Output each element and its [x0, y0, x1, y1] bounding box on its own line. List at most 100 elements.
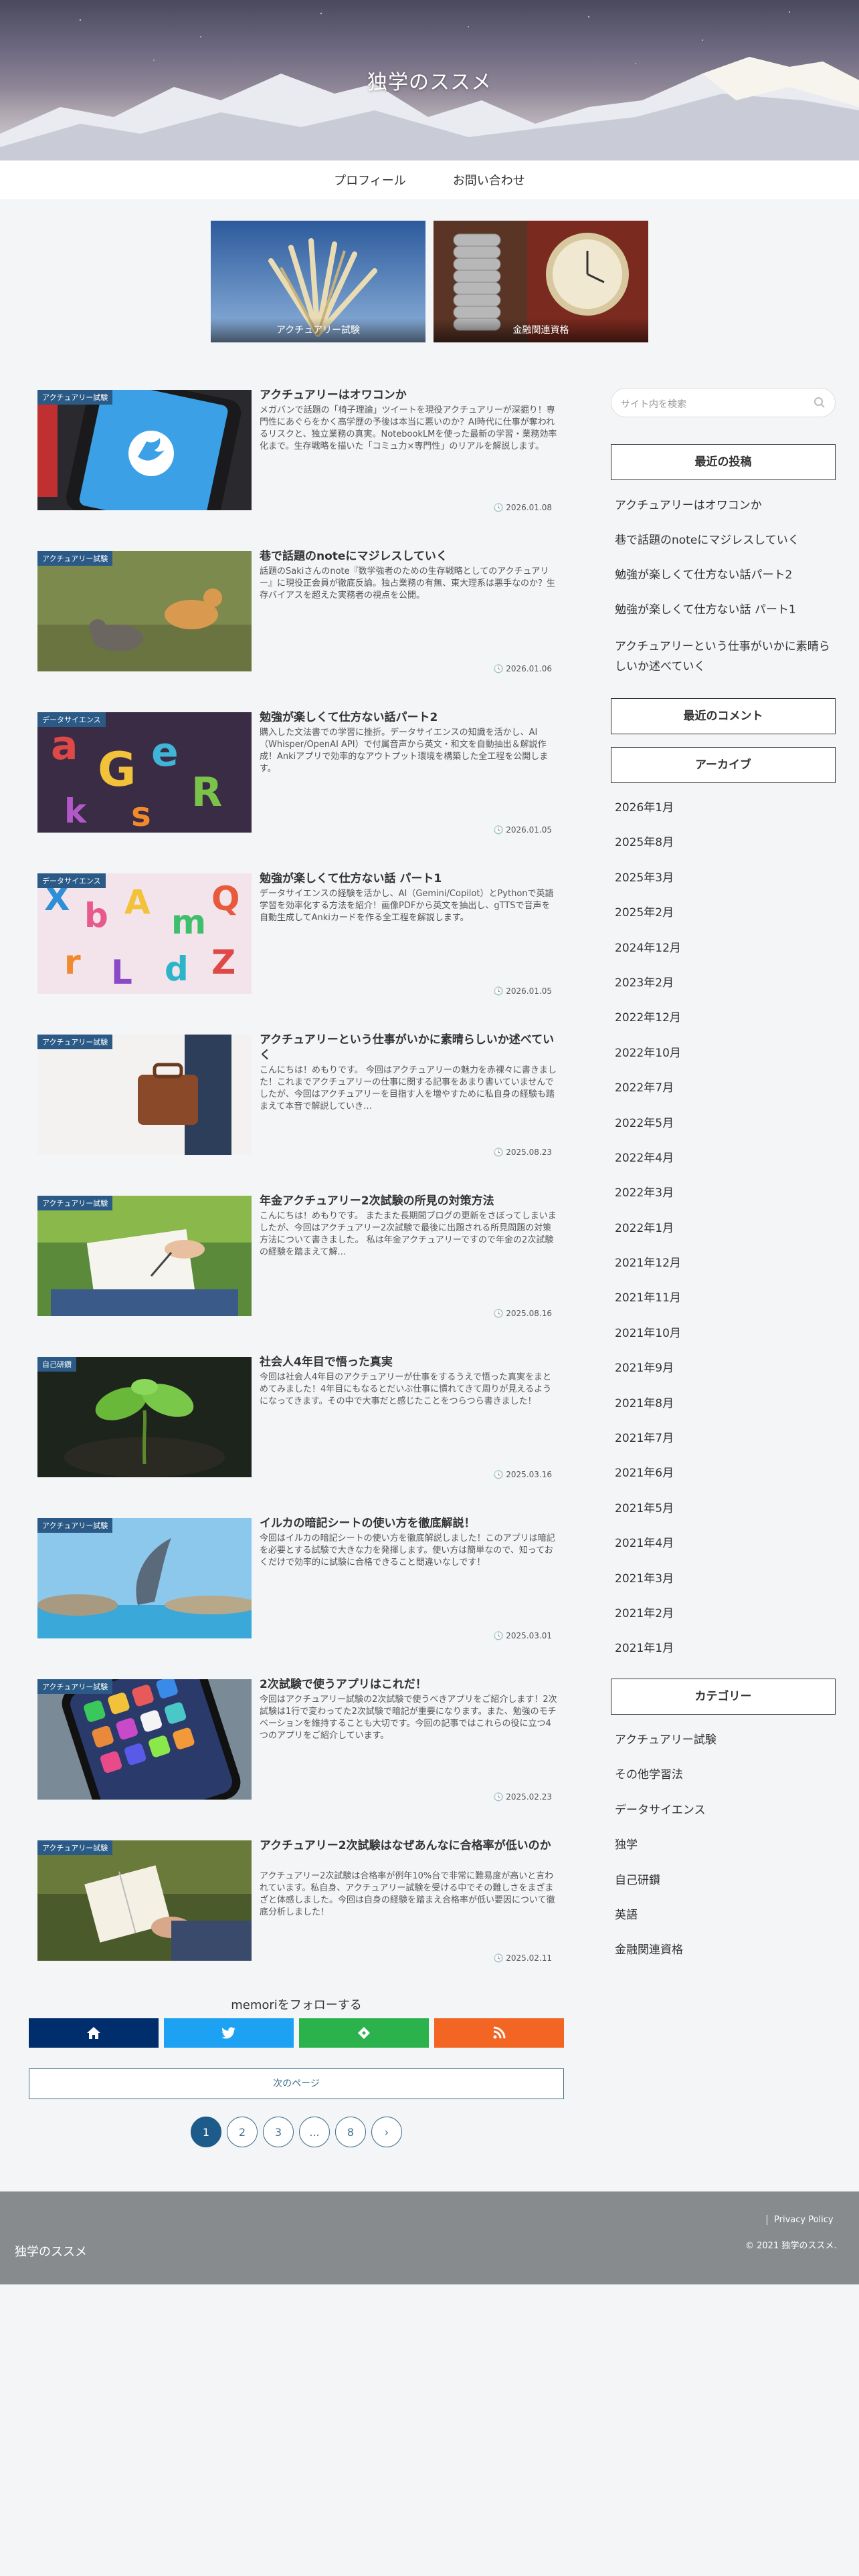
archive-link[interactable]: 2021年10月	[615, 1325, 836, 1360]
carousel-slide-actuary[interactable]: アクチュアリー試験	[211, 221, 425, 342]
archive-link[interactable]: 2025年2月	[615, 905, 836, 940]
category-link[interactable]: その他学習法	[615, 1767, 836, 1802]
post-date: 🕓 2026.01.05	[493, 986, 553, 996]
archive-link[interactable]: 2026年1月	[615, 800, 836, 835]
post-thumbnail[interactable]: アクチュアリー試験	[37, 1679, 252, 1800]
category-link[interactable]: 金融関連資格	[615, 1942, 836, 1977]
page-next-arrow[interactable]: ›	[371, 2117, 402, 2147]
footer-site-name[interactable]: 独学のススメ	[15, 2242, 87, 2260]
archive-link[interactable]: 2022年3月	[615, 1185, 836, 1220]
archive-link[interactable]: 2022年7月	[615, 1080, 836, 1115]
page-2[interactable]: 2	[227, 2117, 258, 2147]
next-page-button[interactable]: 次のページ	[29, 2068, 564, 2099]
post-card[interactable]: アクチュアリー試験 イルカの暗記シートの使い方を徹底解説！ 今回はイルカの暗記シ…	[29, 1508, 564, 1669]
post-title[interactable]: アクチュアリー2次試験はなぜあんなに合格率が低いのか	[260, 1838, 557, 1854]
recent-post-link[interactable]: 巷で話題のnoteにマジレスしていく	[615, 532, 836, 548]
post-snippet: 今回はアクチュアリー試験の2次試験で使うべきアプリをご紹介します！2次試験は1行…	[260, 1695, 557, 1741]
recent-posts-title: 最近の投稿	[611, 444, 836, 480]
svg-text:R: R	[191, 769, 222, 816]
post-title[interactable]: 年金アクチュアリー2次試験の所見の対策方法	[260, 1194, 557, 1209]
archive-link[interactable]: 2022年5月	[615, 1115, 836, 1150]
archive-link[interactable]: 2025年3月	[615, 870, 836, 905]
archive-link[interactable]: 2021年5月	[615, 1501, 836, 1535]
archive-link[interactable]: 2021年6月	[615, 1465, 836, 1500]
follow-feedly-button[interactable]	[299, 2018, 429, 2048]
post-card[interactable]: a G e R k s データサイエンス 勉強が楽しくて仕方ない話パート2 購入…	[29, 702, 564, 863]
archive-link[interactable]: 2022年1月	[615, 1220, 836, 1255]
archive-link[interactable]: 2021年7月	[615, 1430, 836, 1465]
cats-grass-image	[37, 551, 252, 671]
category-link[interactable]: アクチュアリー試験	[615, 1732, 836, 1767]
search-icon[interactable]	[814, 397, 826, 409]
archive-link[interactable]: 2021年8月	[615, 1396, 836, 1430]
category-link[interactable]: 独学	[615, 1837, 836, 1872]
post-title[interactable]: アクチュアリーはオワコンか	[260, 388, 557, 403]
global-nav: プロフィール お問い合わせ	[0, 160, 859, 199]
post-title[interactable]: 社会人4年目で悟った真実	[260, 1355, 557, 1370]
search-input[interactable]: サイト内を検索	[611, 388, 836, 417]
archive-link[interactable]: 2021年12月	[615, 1255, 836, 1290]
post-title[interactable]: 勉強が楽しくて仕方ない話パート2	[260, 710, 557, 726]
category-link[interactable]: データサイエンス	[615, 1802, 836, 1837]
post-thumbnail[interactable]: a G e R k s データサイエンス	[37, 712, 252, 833]
archive-link[interactable]: 2021年4月	[615, 1535, 836, 1570]
archive-link[interactable]: 2023年2月	[615, 975, 836, 1010]
archive-link[interactable]: 2022年10月	[615, 1045, 836, 1080]
category-label: アクチュアリー試験	[37, 1035, 113, 1049]
post-thumbnail[interactable]: アクチュアリー試験	[37, 1518, 252, 1638]
archive-link[interactable]: 2021年3月	[615, 1571, 836, 1606]
post-title[interactable]: 勉強が楽しくて仕方ない話 パート1	[260, 871, 557, 887]
recent-post-link[interactable]: 勉強が楽しくて仕方ない話 パート1	[615, 602, 836, 618]
archive-link[interactable]: 2024年12月	[615, 940, 836, 975]
post-thumbnail[interactable]: X b A m Q r L d Z データサイエンス	[37, 873, 252, 994]
nav-contact[interactable]: お問い合わせ	[453, 171, 525, 189]
post-card[interactable]: アクチュアリー試験 2次試験で使うアプリはこれだ！ 今回はアクチュアリー試験の2…	[29, 1669, 564, 1830]
category-link[interactable]: 自己研鑽	[615, 1872, 836, 1907]
follow-home-button[interactable]	[29, 2018, 159, 2048]
category-link[interactable]: 英語	[615, 1907, 836, 1942]
post-thumbnail[interactable]: アクチュアリー試験	[37, 551, 252, 671]
archive-link[interactable]: 2021年2月	[615, 1606, 836, 1640]
archive-link[interactable]: 2021年9月	[615, 1360, 836, 1395]
post-date: 🕓 2026.01.06	[493, 664, 553, 673]
post-card[interactable]: アクチュアリー試験 年金アクチュアリー2次試験の所見の対策方法 こんにちは！めも…	[29, 1186, 564, 1347]
post-date: 🕓 2025.03.01	[493, 1631, 553, 1640]
footer: 独学のススメ Privacy Policy © 2021 独学のススメ.	[0, 2191, 859, 2284]
post-thumbnail[interactable]: アクチュアリー試験	[37, 1035, 252, 1155]
archive-link[interactable]: 2022年12月	[615, 1010, 836, 1045]
page-1[interactable]: 1	[191, 2117, 221, 2147]
archive-link[interactable]: 2025年8月	[615, 835, 836, 869]
post-card[interactable]: X b A m Q r L d Z データサイエンス 勉強が楽しくて仕方ない話 …	[29, 863, 564, 1025]
svg-text:e: e	[151, 729, 179, 776]
post-thumbnail[interactable]: アクチュアリー試験	[37, 1196, 252, 1316]
post-title[interactable]: 2次試験で使うアプリはこれだ！	[260, 1677, 557, 1693]
post-title[interactable]: イルカの暗記シートの使い方を徹底解説！	[260, 1516, 557, 1531]
nav-profile[interactable]: プロフィール	[334, 171, 406, 189]
archive-link[interactable]: 2022年4月	[615, 1150, 836, 1185]
post-card[interactable]: アクチュアリー試験 アクチュアリーはオワコンか メガバンで話題の「椅子理論」ツイ…	[29, 380, 564, 541]
archive-link[interactable]: 2021年11月	[615, 1290, 836, 1325]
page-8[interactable]: 8	[335, 2117, 366, 2147]
svg-text:r: r	[64, 943, 81, 982]
recent-post-link[interactable]: アクチュアリーという仕事がいかに素晴らしいか述べていく	[615, 637, 836, 677]
svg-text:d: d	[165, 950, 189, 988]
follow-twitter-button[interactable]	[164, 2018, 294, 2048]
post-title[interactable]: 巷で話題のnoteにマジレスしていく	[260, 549, 557, 564]
post-card[interactable]: アクチュアリー試験 巷で話題のnoteにマジレスしていく 話題のSakiさんのn…	[29, 541, 564, 702]
recent-post-link[interactable]: 勉強が楽しくて仕方ない話パート2	[615, 567, 836, 583]
post-thumbnail[interactable]: 自己研鑽	[37, 1357, 252, 1477]
post-thumbnail[interactable]: アクチュアリー試験	[37, 390, 252, 510]
follow-rss-button[interactable]	[434, 2018, 564, 2048]
site-title[interactable]: 独学のススメ	[0, 66, 859, 95]
post-card[interactable]: 自己研鑽 社会人4年目で悟った真実 今回は社会人4年目のアクチュアリーが仕事をす…	[29, 1347, 564, 1508]
recent-post-link[interactable]: アクチュアリーはオワコンか	[615, 498, 836, 514]
category-label: アクチュアリー試験	[37, 1679, 113, 1694]
post-card[interactable]: アクチュアリー試験 アクチュアリーという仕事がいかに素晴らしいか述べていく こん…	[29, 1025, 564, 1186]
post-card[interactable]: アクチュアリー試験 アクチュアリー2次試験はなぜあんなに合格率が低いのか アクチ…	[29, 1830, 564, 1992]
post-title[interactable]: アクチュアリーという仕事がいかに素晴らしいか述べていく	[260, 1033, 557, 1063]
archive-link[interactable]: 2021年1月	[615, 1640, 836, 1675]
carousel-slide-finance[interactable]: 金融関連資格	[434, 221, 648, 342]
privacy-policy-link[interactable]: Privacy Policy	[767, 2215, 834, 2225]
page-3[interactable]: 3	[263, 2117, 294, 2147]
post-thumbnail[interactable]: アクチュアリー試験	[37, 1840, 252, 1961]
